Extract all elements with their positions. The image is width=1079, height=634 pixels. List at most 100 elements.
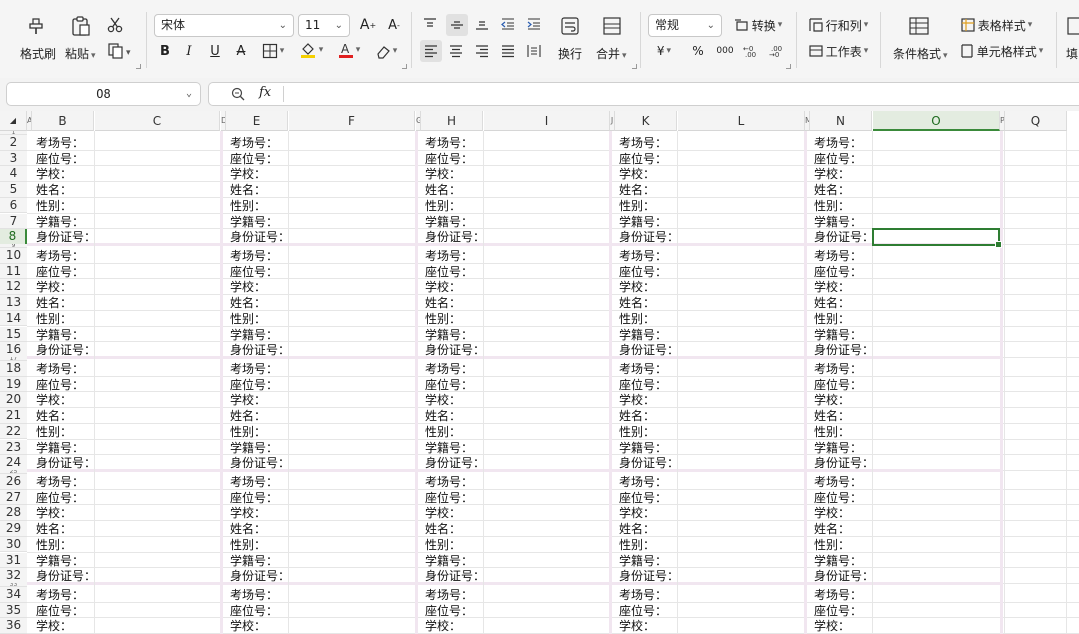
hidden-column-marker-g[interactable]: G	[416, 111, 421, 131]
field-label-cell[interactable]: 性别：	[36, 424, 72, 440]
field-label-cell[interactable]: 学校：	[36, 392, 72, 408]
border-button[interactable]: ▾	[258, 42, 288, 60]
field-label-cell[interactable]: 考场号：	[814, 361, 862, 377]
field-label-cell[interactable]: 姓名：	[814, 182, 850, 198]
row-header-4[interactable]: 4	[0, 166, 27, 183]
align-middle-icon[interactable]	[446, 14, 468, 36]
field-label-cell[interactable]: 考场号：	[814, 135, 862, 151]
field-label-cell[interactable]: 姓名：	[814, 408, 850, 424]
row-header-20[interactable]: 20	[0, 392, 27, 409]
field-label-cell[interactable]: 性别：	[425, 311, 461, 327]
field-label-cell[interactable]: 考场号：	[230, 474, 278, 490]
field-label-cell[interactable]: 座位号：	[619, 490, 667, 506]
field-label-cell[interactable]: 姓名：	[619, 521, 655, 537]
hidden-column-marker-a[interactable]: A	[27, 111, 32, 131]
formula-input[interactable]: fx	[208, 82, 1079, 106]
field-label-cell[interactable]: 考场号：	[36, 248, 84, 264]
column-header-b[interactable]: B	[32, 111, 94, 131]
field-label-cell[interactable]: 学校：	[619, 279, 655, 295]
field-label-cell[interactable]: 学籍号：	[814, 553, 862, 569]
field-label-cell[interactable]: 性别：	[814, 311, 850, 327]
row-header-13[interactable]: 13	[0, 295, 27, 311]
field-label-cell[interactable]: 座位号：	[619, 264, 667, 280]
field-label-cell[interactable]: 学籍号：	[36, 553, 84, 569]
row-header-35[interactable]: 35	[0, 602, 27, 619]
field-label-cell[interactable]: 性别：	[36, 311, 72, 327]
field-label-cell[interactable]: 座位号：	[425, 377, 473, 393]
convert-button[interactable]: 转换 ▾	[730, 16, 786, 34]
field-label-cell[interactable]: 考场号：	[36, 135, 84, 151]
field-label-cell[interactable]: 姓名：	[425, 295, 461, 311]
number-launcher-icon[interactable]	[786, 64, 791, 69]
font-color-button[interactable]: A ▾	[334, 40, 364, 60]
row-header-11[interactable]: 11	[0, 263, 27, 280]
field-label-cell[interactable]: 考场号：	[230, 248, 278, 264]
field-label-cell[interactable]: 座位号：	[230, 377, 278, 393]
field-label-cell[interactable]: 考场号：	[814, 474, 862, 490]
row-header-10[interactable]: 10	[0, 248, 27, 264]
field-label-cell[interactable]: 学校：	[425, 166, 461, 182]
field-label-cell[interactable]: 学校：	[36, 618, 72, 634]
conditional-format-icon[interactable]	[908, 16, 930, 39]
field-label-cell[interactable]: 性别：	[36, 537, 72, 553]
align-center-icon[interactable]	[448, 43, 464, 59]
clipboard-launcher-icon[interactable]	[136, 64, 141, 69]
field-label-cell[interactable]: 考场号：	[425, 361, 473, 377]
field-label-cell[interactable]: 学籍号：	[36, 327, 84, 343]
decrease-decimal-icon[interactable]: .00 →0	[768, 43, 788, 59]
grow-font-icon[interactable]: A +	[358, 15, 378, 35]
column-header-n[interactable]: N	[810, 111, 872, 131]
row-header-3[interactable]: 3	[0, 150, 27, 167]
row-header-24[interactable]: 24	[0, 455, 27, 471]
fill-color-button[interactable]: ▾	[296, 40, 326, 60]
row-header-5[interactable]: 5	[0, 182, 27, 198]
field-label-cell[interactable]: 学校：	[619, 166, 655, 182]
increase-decimal-icon[interactable]: ←0.00	[742, 43, 762, 59]
field-label-cell[interactable]: 座位号：	[36, 490, 84, 506]
row-header-28[interactable]: 28	[0, 505, 27, 522]
field-label-cell[interactable]: 性别：	[230, 537, 266, 553]
field-label-cell[interactable]: 座位号：	[619, 377, 667, 393]
field-label-cell[interactable]: 座位号：	[36, 264, 84, 280]
field-label-cell[interactable]: 学籍号：	[425, 553, 473, 569]
field-label-cell[interactable]: 考场号：	[619, 135, 667, 151]
field-label-cell[interactable]: 学籍号：	[36, 214, 84, 230]
column-header-i[interactable]: I	[484, 111, 610, 131]
field-label-cell[interactable]: 学校：	[814, 392, 850, 408]
field-label-cell[interactable]: 姓名：	[230, 521, 266, 537]
field-label-cell[interactable]: 学校：	[230, 166, 266, 182]
currency-button[interactable]: ¥ ▾	[650, 43, 678, 59]
field-label-cell[interactable]: 姓名：	[619, 182, 655, 198]
hidden-column-marker-p[interactable]: P	[1000, 111, 1005, 131]
field-label-cell[interactable]: 座位号：	[36, 603, 84, 619]
field-label-cell[interactable]: 学校：	[814, 166, 850, 182]
row-header-19[interactable]: 19	[0, 376, 27, 393]
fill-icon[interactable]	[1066, 16, 1079, 39]
number-format-select[interactable]: 常规 ⌄	[648, 14, 722, 37]
paste-label[interactable]: 粘贴 ▾	[65, 45, 96, 62]
field-label-cell[interactable]: 学籍号：	[230, 440, 278, 456]
field-label-cell[interactable]: 座位号：	[230, 603, 278, 619]
row-header-15[interactable]: 15	[0, 326, 27, 343]
cell-style-button[interactable]: 单元格样式 ▾	[956, 42, 1046, 60]
field-label-cell[interactable]: 性别：	[230, 424, 266, 440]
active-cell-outline[interactable]	[872, 228, 1002, 248]
row-header-14[interactable]: 14	[0, 310, 27, 327]
field-label-cell[interactable]: 考场号：	[619, 361, 667, 377]
field-label-cell[interactable]: 座位号：	[814, 151, 862, 167]
field-label-cell[interactable]: 姓名：	[230, 295, 266, 311]
field-label-cell[interactable]: 姓名：	[36, 408, 72, 424]
field-label-cell[interactable]: 性别：	[619, 537, 655, 553]
field-label-cell[interactable]: 考场号：	[36, 361, 84, 377]
row-header-26[interactable]: 26	[0, 474, 27, 490]
worksheet-button[interactable]: 工作表 ▾	[806, 42, 870, 60]
field-label-cell[interactable]: 座位号：	[230, 490, 278, 506]
name-box[interactable]: O8 ⌄	[6, 82, 201, 106]
field-label-cell[interactable]: 学籍号：	[814, 327, 862, 343]
field-label-cell[interactable]: 学籍号：	[814, 440, 862, 456]
column-header-o[interactable]: O	[873, 111, 1000, 131]
row-header-23[interactable]: 23	[0, 439, 27, 456]
wrap-text-icon[interactable]	[560, 16, 580, 39]
field-label-cell[interactable]: 性别：	[619, 424, 655, 440]
fill-label[interactable]: 填	[1066, 45, 1078, 62]
